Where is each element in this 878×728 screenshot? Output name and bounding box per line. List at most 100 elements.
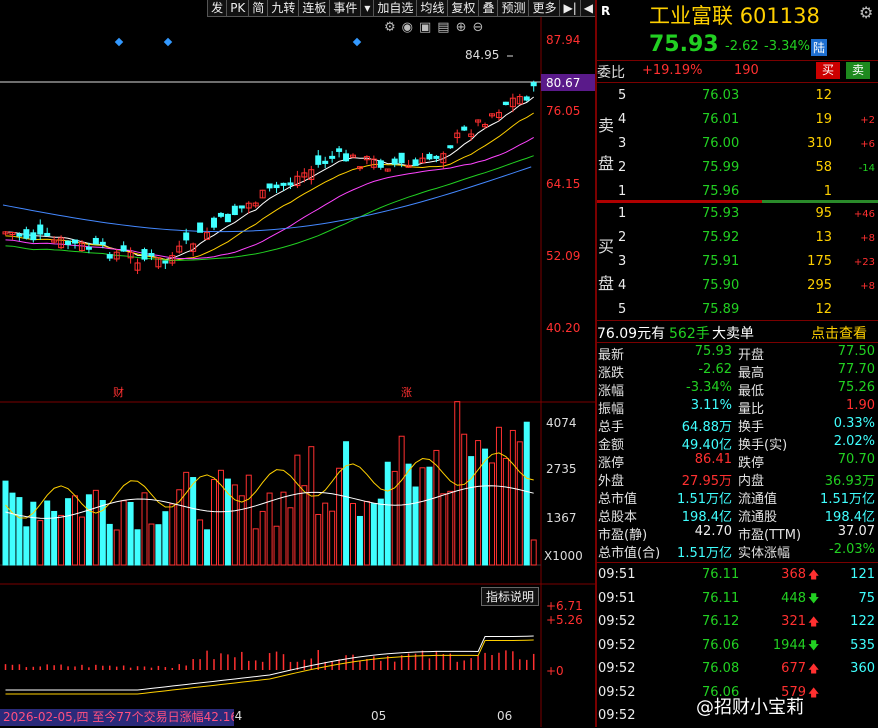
sell-button[interactable]: 卖 [846,62,870,79]
stat-value: 77.70 [837,362,875,377]
zoom-out-icon[interactable]: ⊖ [473,20,490,35]
tick-row: 09:52 76.12 321 🡅 122 [597,612,878,634]
price-axis-label: 76.05 [546,104,581,118]
candle-body [141,249,148,260]
down-arrow-icon: 🡇 [808,591,820,605]
up-arrow-icon: 🡅 [808,662,820,675]
toolbar-button[interactable]: ◀ [579,0,596,17]
tick-volume: 677 [781,661,806,676]
tick-price: 76.08 [702,661,740,676]
buy-button[interactable]: 买 [816,62,840,79]
candle-body [106,254,113,259]
stat-value: 1.51万亿 [820,492,875,507]
volume-axis-label: 2735 [546,462,577,476]
event-marker-finance[interactable]: 财 [113,384,124,400]
toolbar-button[interactable]: 预测 [497,0,529,17]
order-book-row[interactable]: 4 76.01 19 +2 [597,108,878,132]
volume-bar [363,500,370,566]
event-diamond [163,37,173,47]
volume-bar [9,492,16,566]
volume-bar [231,484,238,566]
volume-bar [106,523,113,566]
tick-count: 122 [850,614,875,629]
toolbar-button[interactable]: 叠 [478,0,498,17]
zoom-in-icon[interactable]: ⊕ [456,20,473,35]
order-volume: 175 [807,254,832,269]
lock-icon[interactable]: ▣ [419,20,437,35]
order-level: 4 [618,112,627,127]
order-book-row[interactable]: 4 75.90 295 +8 [597,274,878,298]
toolbar-button[interactable]: 事件 [329,0,361,17]
candle-body [426,153,433,160]
stat-value: 42.70 [694,524,732,539]
settings-icon[interactable]: ⚙ [859,3,873,22]
indicator-axis-label: +6.71 [546,599,583,613]
chart-tool-icons[interactable]: ⚙◉▣▤⊕⊖ [384,20,489,35]
order-volume: 13 [815,230,832,245]
tick-time: 09:52 [598,684,636,700]
order-book-row[interactable]: 1 75.93 95 +46 [597,202,878,226]
moving-average-line [5,96,535,261]
toolbar-button[interactable]: 发 [207,0,227,17]
tick-count: 75 [858,590,875,606]
toolbar-button[interactable]: 均线 [416,0,448,17]
volume-bar [92,489,99,566]
order-price: 75.92 [702,230,740,245]
toolbar-button[interactable]: ▶| [559,0,580,17]
indicator-help-button[interactable]: 指标说明 [481,587,540,606]
stat-label: 涨跌 [598,366,625,381]
tick-time: 09:52 [598,614,636,629]
stat-label: 总手 [598,420,625,435]
order-level: 1 [618,206,627,221]
big-order-type: 大卖单 [712,326,754,342]
event-marker-limit-up[interactable]: 涨 [401,384,412,400]
volume-bar [336,467,343,566]
r-badge: R [601,4,611,18]
stat-value: 70.70 [837,452,875,467]
toolbar-button[interactable]: ▾ [360,0,374,17]
tick-count: 121 [850,567,875,582]
tick-volume: 1944 [772,637,806,653]
tick-time: 09:51 [598,590,636,606]
order-book-row[interactable]: 2 75.92 13 +8 [597,226,878,250]
stat-label: 跌停 [738,456,765,471]
stat-row: 总股本 198.4亿 流通股 198.4亿 [597,506,878,525]
big-order-qty: 562手 [669,326,710,342]
candle-body [266,183,273,189]
tick-volume: 448 [781,590,806,606]
stock-name-text: 工业富联 [649,4,733,28]
range-status-bar: 2026-02-05,四 至今77个交易日涨幅42.16% [0,709,234,726]
volume-bar [509,429,516,566]
kline-chart-area[interactable]: 发 PK 简九转 连板 事件 ▾ 加自选 均线 复权叠预测 更多 ▶| ◀ ⚙◉▣▤⊕⊖ 87.94 … [0,0,596,727]
volume-bar [461,433,468,566]
order-book-row[interactable]: 5 75.89 12 [597,298,878,322]
order-price: 75.90 [702,278,740,293]
candle-body [336,148,343,152]
toolbar-button[interactable]: 简 [248,0,268,17]
big-order-link[interactable]: 点击查看 [811,323,867,343]
price-change-pct: -3.34% [764,39,810,54]
eye-icon[interactable]: ◉ [402,20,419,35]
order-book-row[interactable]: 2 75.99 58 -14 [597,156,878,180]
volume-bar [120,500,127,566]
candle-body [315,155,322,165]
order-book-row[interactable]: 3 75.91 175 +23 [597,250,878,274]
toolbar-button[interactable]: 九转 [267,0,299,17]
stat-row: 总市值(合) 1.51万亿 实体涨幅 -2.03% [597,542,878,561]
toolbar-button[interactable]: 复权 [447,0,479,17]
toolbar-button[interactable]: 更多 [528,0,560,17]
candle-body [120,245,127,252]
price-axis-label: 87.94 [546,33,581,47]
toolbar-button[interactable]: PK [226,0,249,17]
order-book-row[interactable]: 5 76.03 12 [597,84,878,108]
settings-icon[interactable]: ⚙ [384,20,402,35]
order-book-row[interactable]: 3 76.00 310 +6 [597,132,878,156]
toolbar-button[interactable]: 连板 [298,0,330,17]
stat-value: 198.4亿 [824,510,875,525]
toolbar-button[interactable]: 加自选 [373,0,417,17]
candle-body [148,253,155,257]
kline-svg[interactable] [0,0,596,727]
copy-icon[interactable]: ▤ [437,20,455,35]
volume-bar [315,513,322,566]
up-arrow-icon: 🡅 [808,685,820,699]
